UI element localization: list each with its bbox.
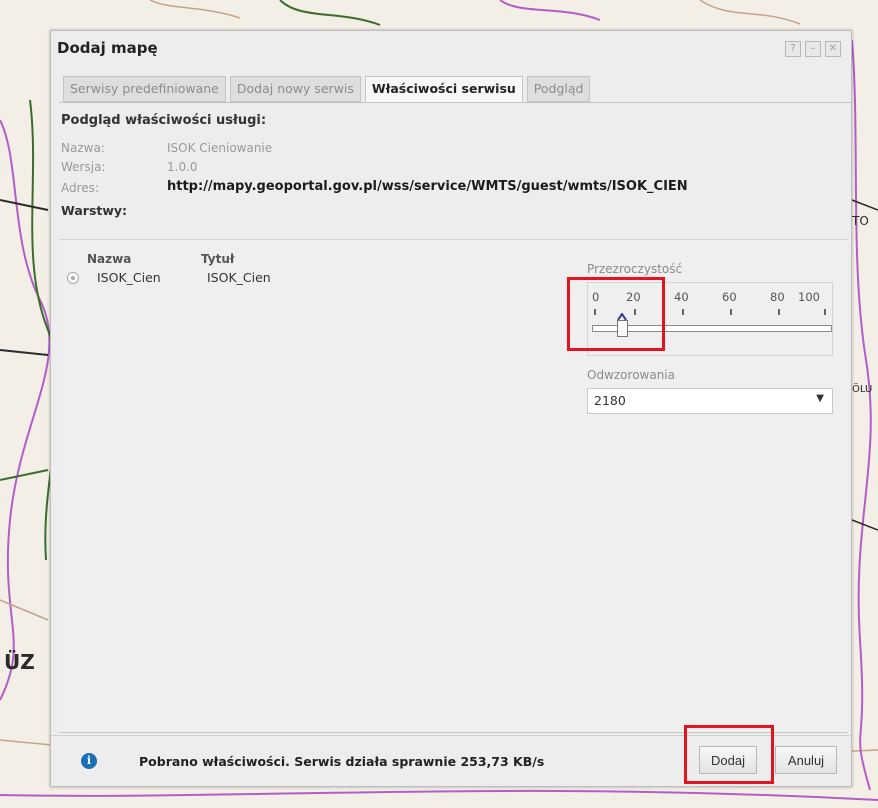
map-label-olu: ÖLU	[852, 384, 873, 395]
tick-label: 100	[798, 290, 820, 304]
tabbar-divider	[59, 102, 851, 103]
map-label-uz: ÜZ	[4, 650, 35, 674]
layers-panel: Nazwa Tytuł ISOK_Cien ISOK_Cien Przezroc…	[59, 239, 847, 733]
projection-select[interactable]: 2180 ▼	[587, 388, 833, 414]
tab-predefined-services[interactable]: Serwisy predefiniowane	[63, 76, 226, 102]
slider-tick	[824, 309, 826, 315]
version-label: Wersja:	[61, 160, 106, 174]
projection-label: Odwzorowania	[587, 368, 675, 382]
slider-tick	[682, 309, 684, 315]
info-icon: i	[81, 753, 97, 769]
address-value: http://mapy.geoportal.gov.pl/wss/service…	[167, 179, 688, 194]
name-value: ISOK Cieniowanie	[167, 141, 273, 155]
highlight-box-slider	[567, 277, 665, 351]
slider-tick	[778, 309, 780, 315]
tick-label: 80	[770, 290, 785, 304]
opacity-label: Przezroczystość	[587, 262, 683, 276]
cancel-button[interactable]: Anuluj	[775, 746, 837, 774]
close-icon[interactable]: ✕	[825, 41, 841, 57]
dialog-title-buttons: ? – ✕	[785, 41, 841, 57]
tick-label: 40	[674, 290, 689, 304]
layer-radio[interactable]	[67, 272, 79, 284]
slider-tick	[730, 309, 732, 315]
dialog-tabs: Serwisy predefiniowane Dodaj nowy serwis…	[63, 76, 591, 102]
properties-heading: Podgląd właściwości usługi:	[61, 113, 267, 128]
layer-title-cell: ISOK_Cien	[207, 270, 271, 285]
name-label: Nazwa:	[61, 141, 105, 155]
minimize-icon[interactable]: –	[805, 41, 821, 57]
status-message: Pobrano właściwości. Serwis działa spraw…	[139, 754, 545, 769]
layers-label: Warstwy:	[61, 203, 128, 218]
add-map-dialog: Dodaj mapę ? – ✕ Serwisy predefiniowane …	[50, 30, 852, 787]
dialog-title: Dodaj mapę	[57, 39, 158, 57]
help-icon[interactable]: ?	[785, 41, 801, 57]
column-header-title: Tytuł	[201, 252, 235, 266]
dropdown-arrow-icon: ▼	[816, 393, 824, 404]
highlight-box-add	[684, 725, 774, 784]
version-value: 1.0.0	[167, 160, 198, 174]
layer-name-cell: ISOK_Cien	[97, 270, 161, 285]
tab-service-properties[interactable]: Właściwości serwisu	[364, 76, 523, 102]
column-header-name: Nazwa	[87, 252, 132, 266]
projection-selected-value: 2180	[594, 393, 626, 408]
tick-label: 60	[722, 290, 737, 304]
address-label: Adres:	[61, 181, 99, 195]
map-label-to: TO	[852, 214, 869, 228]
tab-add-new-service[interactable]: Dodaj nowy serwis	[229, 76, 361, 102]
tab-preview[interactable]: Podgląd	[526, 76, 591, 102]
